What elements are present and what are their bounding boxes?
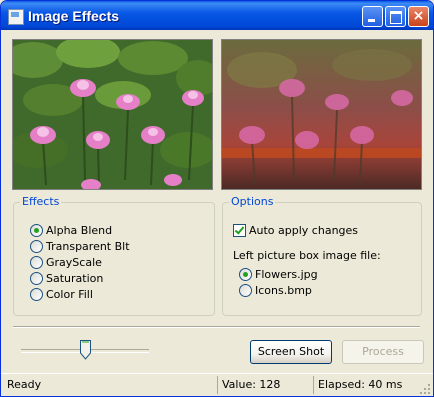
checkbox-checked-icon[interactable]: [233, 224, 246, 237]
effect-label: Transparent Blt: [46, 240, 130, 253]
separator: [13, 326, 420, 328]
auto-apply-label: Auto apply changes: [249, 224, 359, 237]
main-window: Image Effects × Effects Alpha Blend Tran…: [0, 0, 434, 397]
file-option-label: Icons.bmp: [255, 284, 312, 297]
minimize-button[interactable]: [362, 6, 383, 27]
flowers-image: [13, 40, 212, 189]
radio-selected-icon[interactable]: [30, 224, 43, 237]
radio-icon[interactable]: [30, 272, 43, 285]
slider-thumb[interactable]: [80, 340, 91, 360]
effects-group: Effects Alpha Blend Transparent Blt Gray…: [13, 195, 215, 316]
maximize-button[interactable]: [385, 6, 406, 27]
file-option-label: Flowers.jpg: [255, 268, 318, 281]
status-value: Value: 128: [217, 376, 311, 394]
radio-icon[interactable]: [30, 240, 43, 253]
effect-label: Alpha Blend: [46, 224, 113, 237]
effect-label: GrayScale: [46, 256, 102, 269]
radio-icon[interactable]: [30, 288, 43, 301]
radio-icon[interactable]: [239, 284, 252, 297]
effect-label: Saturation: [46, 272, 104, 285]
options-legend: Options: [229, 195, 276, 208]
window-title: Image Effects: [28, 8, 120, 24]
process-button[interactable]: Process: [342, 340, 424, 364]
app-window-icon[interactable]: [8, 9, 24, 25]
radio-selected-icon[interactable]: [239, 268, 252, 281]
close-button[interactable]: ×: [408, 6, 429, 27]
effect-label: Color Fill: [46, 288, 93, 301]
status-bar: Ready Value: 128 Elapsed: 40 ms: [1, 373, 433, 396]
resize-grip-icon[interactable]: [419, 383, 431, 395]
left-picture-box: [12, 39, 213, 190]
status-ready: Ready: [7, 378, 42, 391]
blended-image: [222, 40, 421, 189]
file-label: Left picture box image file:: [233, 249, 381, 262]
effects-legend: Effects: [20, 195, 62, 208]
screen-shot-button[interactable]: Screen Shot: [250, 340, 332, 364]
radio-icon[interactable]: [30, 256, 43, 269]
right-picture-box: [221, 39, 422, 190]
status-elapsed: Elapsed: 40 ms: [313, 376, 417, 394]
options-group: Options Auto apply changes Left picture …: [222, 195, 422, 316]
title-bar[interactable]: Image Effects ×: [1, 1, 433, 30]
